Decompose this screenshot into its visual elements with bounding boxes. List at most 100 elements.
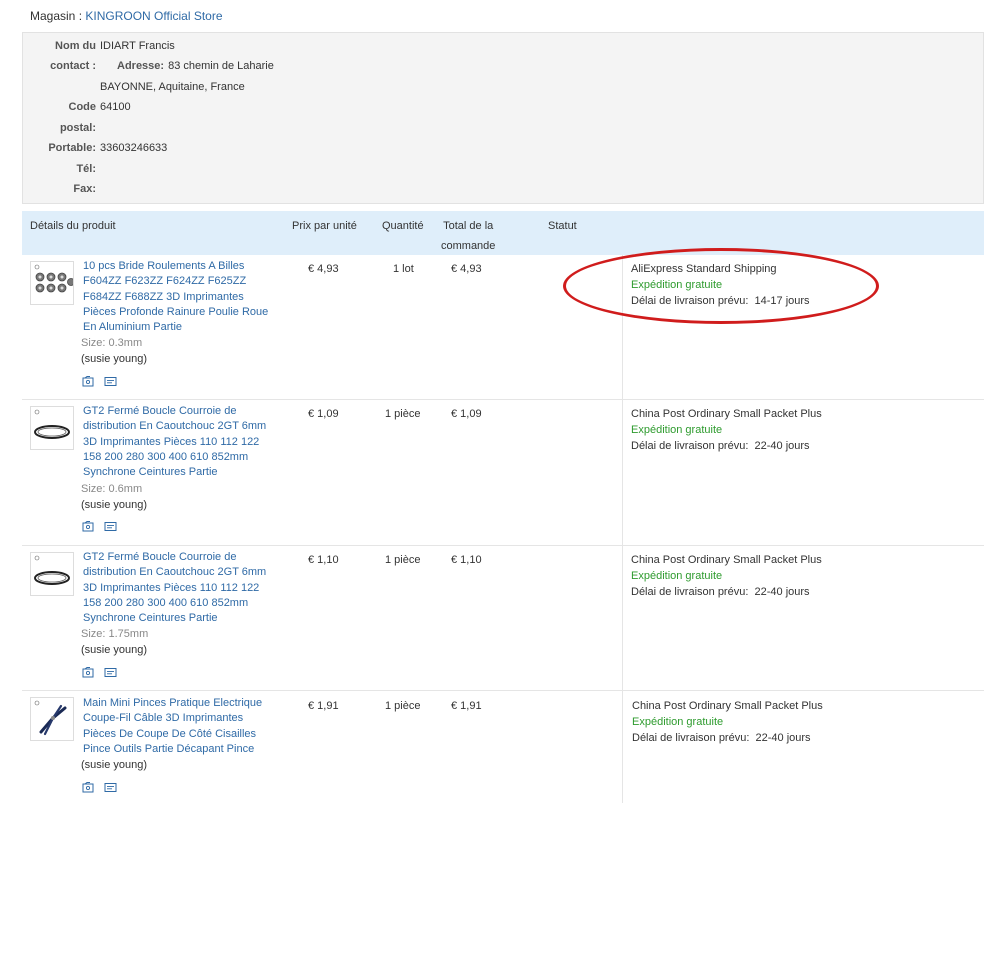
- delivery-delay-value: 22-40 jours: [754, 586, 810, 598]
- belt-thumbnail[interactable]: [30, 552, 74, 596]
- header-unit-price: Prix par unité: [292, 220, 357, 232]
- product-size: Size: 1.75mm: [81, 628, 149, 640]
- order-total: € 1,10: [451, 554, 482, 566]
- highlight-ellipse-annotation: [563, 248, 879, 324]
- table-row: GT2 Fermé Boucle Courroie de distributio…: [22, 400, 984, 546]
- snapshot-icon[interactable]: [82, 667, 95, 678]
- order-table-header: Détails du produit Prix par unité Quanti…: [22, 211, 984, 255]
- product-name-line: En Aluminium Partie: [83, 321, 183, 334]
- shipping-cost: Expédition gratuite: [631, 424, 723, 436]
- product-name-line: F684ZZ F688ZZ 3D Imprimantes: [83, 290, 244, 303]
- fax-label: Fax:: [73, 183, 96, 195]
- header-status: Statut: [548, 220, 577, 232]
- product-name-line: Pince Outils Partie Décapant Pince: [83, 742, 255, 755]
- delivery-delay: Délai de livraison prévu: 22-40 jours: [631, 438, 822, 454]
- address-line1-value: 83 chemin de Laharie: [168, 60, 274, 72]
- mobile-value: 33603246633: [100, 142, 168, 154]
- product-name-line: Main Mini Pinces Pratique Electrique: [83, 697, 263, 709]
- belt-thumbnail[interactable]: [30, 406, 74, 450]
- product-name-link[interactable]: 10 pcs Bride Roulements A Billes F604ZZ …: [83, 259, 279, 335]
- table-row: Main Mini Pinces Pratique Electrique Cou…: [22, 691, 984, 803]
- column-divider: [622, 400, 623, 546]
- header-product: Détails du produit: [30, 220, 116, 232]
- message-icon[interactable]: [104, 667, 117, 678]
- product-seller: (susie young): [81, 499, 148, 511]
- postal-label-2: postal:: [59, 122, 96, 134]
- product-name-line: GT2 Fermé Boucle Courroie de: [83, 551, 237, 563]
- delivery-delay-label: Délai de livraison prévu:: [632, 732, 750, 744]
- quantity: 1 pièce: [385, 408, 421, 420]
- product-name-line: Pièces De Coupe De Côté Cisailles: [83, 727, 257, 740]
- product-name-line: 3D Imprimantes Pièces 110 112 122: [83, 435, 260, 448]
- header-quantity: Quantité: [382, 220, 424, 232]
- shipping-cost: Expédition gratuite: [631, 570, 723, 582]
- phone-label: Tél:: [76, 163, 96, 175]
- product-name-line: GT2 Fermé Boucle Courroie de: [83, 405, 237, 417]
- product-name-link[interactable]: Main Mini Pinces Pratique Electrique Cou…: [83, 696, 279, 757]
- contact-name-label-1: Nom du: [55, 40, 96, 52]
- contact-name-value: IDIART Francis: [100, 40, 175, 52]
- shipping-method: China Post Ordinary Small Packet Plus: [631, 554, 822, 566]
- mobile-label: Portable:: [48, 142, 96, 154]
- column-divider: [622, 691, 623, 803]
- delivery-delay-value: 22-40 jours: [754, 440, 810, 452]
- column-divider: [622, 546, 623, 691]
- product-name-line: 10 pcs Bride Roulements A Billes: [83, 260, 245, 272]
- product-name-line: 158 200 280 300 400 610 852mm: [83, 450, 249, 463]
- store-label: Magasin :: [30, 9, 83, 23]
- shipping-info: China Post Ordinary Small Packet Plus Ex…: [632, 698, 823, 746]
- product-name-line: distribution En Caoutchouc 2GT 6mm: [83, 420, 267, 433]
- product-seller: (susie young): [81, 759, 148, 771]
- header-total-line1: Total de la: [443, 220, 494, 232]
- product-action-icons: [82, 667, 117, 678]
- product-name-line: distribution En Caoutchouc 2GT 6mm: [83, 566, 267, 579]
- product-name-line: F604ZZ F623ZZ F624ZZ F625ZZ: [83, 275, 247, 288]
- unit-price: € 4,93: [308, 263, 339, 275]
- product-action-icons: [82, 521, 117, 532]
- snapshot-icon[interactable]: [82, 782, 95, 793]
- message-icon[interactable]: [104, 376, 117, 387]
- order-total: € 1,09: [451, 408, 482, 420]
- product-action-icons: [82, 782, 117, 793]
- product-name-line: 158 200 280 300 400 610 852mm: [83, 596, 249, 609]
- product-name-link[interactable]: GT2 Fermé Boucle Courroie de distributio…: [83, 550, 279, 626]
- header-total: Total de la commande: [441, 216, 495, 256]
- shipping-info: China Post Ordinary Small Packet Plus Ex…: [631, 552, 822, 600]
- quantity: 1 pièce: [385, 700, 421, 712]
- order-total: € 4,93: [451, 263, 482, 275]
- shipping-cost: Expédition gratuite: [632, 716, 724, 728]
- postal-label-1: Code: [68, 101, 97, 113]
- pliers-thumbnail[interactable]: [30, 697, 74, 741]
- delivery-delay-value: 22-40 jours: [755, 732, 811, 744]
- product-name-line: Pièces Profonde Rainure Poulie Roue: [83, 305, 269, 318]
- product-seller: (susie young): [81, 353, 148, 365]
- message-icon[interactable]: [104, 782, 117, 793]
- bearings-thumbnail[interactable]: [30, 261, 74, 305]
- product-name-line: Coupe-Fil Câble 3D Imprimantes: [83, 712, 244, 725]
- store-name-link[interactable]: KINGROON Official Store: [85, 9, 222, 23]
- product-name-link[interactable]: GT2 Fermé Boucle Courroie de distributio…: [83, 404, 279, 480]
- header-total-line2: commande: [441, 240, 496, 252]
- snapshot-icon[interactable]: [82, 521, 95, 532]
- shipping-method: China Post Ordinary Small Packet Plus: [632, 700, 823, 712]
- quantity: 1 pièce: [385, 554, 421, 566]
- contact-address-line1: Adresse: 83 chemin de Laharie: [117, 60, 274, 72]
- delivery-delay-label: Délai de livraison prévu:: [631, 440, 749, 452]
- product-name-line: 3D Imprimantes Pièces 110 112 122: [83, 581, 260, 594]
- product-action-icons: [82, 376, 117, 387]
- product-name-line: Synchrone Ceintures Partie: [83, 466, 218, 479]
- order-total: € 1,91: [451, 700, 482, 712]
- message-icon[interactable]: [104, 521, 117, 532]
- shipping-info: China Post Ordinary Small Packet Plus Ex…: [631, 406, 822, 454]
- product-seller: (susie young): [81, 644, 148, 656]
- product-name-line: Synchrone Ceintures Partie: [83, 612, 218, 625]
- contact-name-label-2: contact :: [50, 60, 96, 72]
- delivery-delay-label: Délai de livraison prévu:: [631, 586, 749, 598]
- delivery-delay: Délai de livraison prévu: 22-40 jours: [631, 584, 822, 600]
- snapshot-icon[interactable]: [82, 376, 95, 387]
- store-line: Magasin : KINGROON Official Store: [30, 9, 223, 23]
- product-size: Size: 0.6mm: [81, 483, 143, 495]
- contact-panel: Nom du IDIART Francis contact : Adresse:…: [22, 32, 984, 204]
- quantity: 1 lot: [393, 263, 414, 275]
- shipping-method: China Post Ordinary Small Packet Plus: [631, 408, 822, 420]
